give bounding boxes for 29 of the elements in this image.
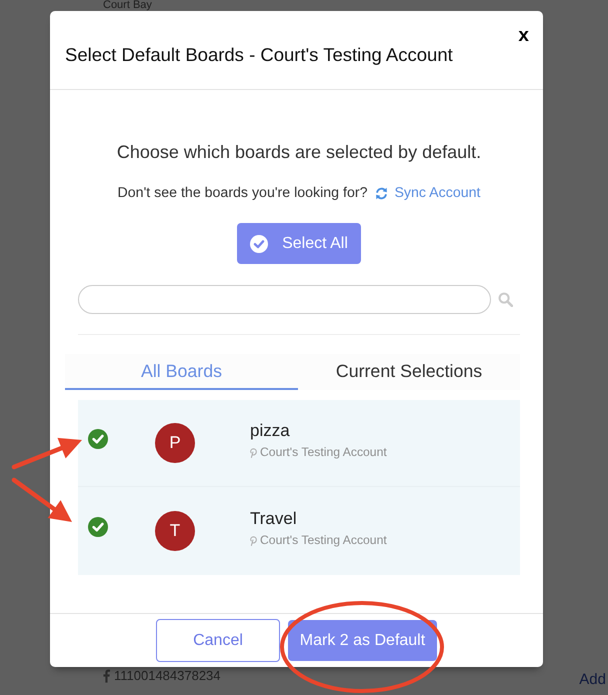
dialog-title: Select Default Boards - Court's Testing Account: [65, 43, 453, 66]
check-circle-icon: [250, 234, 268, 252]
account-id: 111001484378234: [114, 668, 221, 684]
add-link[interactable]: Add: [579, 671, 606, 689]
board-avatar: T: [155, 511, 195, 551]
confirm-button[interactable]: Mark 2 as Default: [288, 620, 437, 661]
search-field[interactable]: [78, 285, 491, 314]
board-tab[interactable]: Current Selections: [298, 354, 520, 390]
p-logo-icon: [250, 536, 257, 546]
check-circle-icon[interactable]: [88, 517, 108, 537]
f-logo-icon: [103, 669, 110, 683]
hint-text: Don't see the boards you're looking for?: [118, 184, 368, 202]
sync-account-link[interactable]: Sync Account: [394, 184, 480, 202]
account-name: Court Bay: [103, 0, 152, 11]
close-button[interactable]: x: [514, 26, 533, 46]
board-account: Court's Testing Account: [260, 533, 387, 548]
annotation-arrow: [12, 438, 82, 470]
board-tab[interactable]: All Boards: [65, 354, 298, 390]
cancel-button[interactable]: Cancel: [156, 619, 280, 662]
select-all-button[interactable]: Select All: [237, 223, 361, 264]
prompt-text: Choose which boards are selected by default.: [116, 141, 482, 163]
board-avatar: P: [155, 423, 195, 463]
p-logo-icon: [250, 448, 257, 458]
check-circle-icon[interactable]: [88, 429, 108, 449]
board-name: Travel: [250, 508, 297, 530]
board-account: Court's Testing Account: [260, 445, 387, 460]
board-name: pizza: [250, 420, 290, 442]
refresh-icon[interactable]: [375, 186, 388, 200]
annotation-arrow: [12, 478, 72, 522]
